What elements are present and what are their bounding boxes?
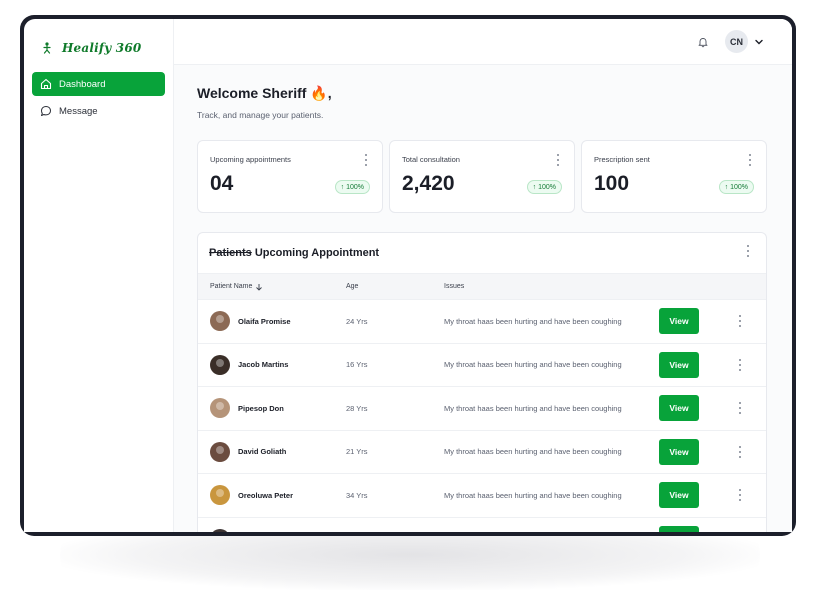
patient-issue: My throat haas been hurting and have bee…: [444, 403, 622, 413]
more-options-icon[interactable]: [738, 315, 742, 328]
table-row: Olaifa Promise 24 Yrs My throat haas been …: [198, 300, 766, 344]
brand[interactable]: Healify 360: [32, 37, 165, 59]
bell-icon[interactable]: [697, 36, 709, 48]
more-options-icon[interactable]: [738, 358, 742, 371]
avatar: CN: [725, 30, 748, 53]
sidebar-item-message[interactable]: Message: [32, 99, 165, 123]
table-row: Pipesop Don 28 Yrs My throat haas been hur…: [198, 387, 766, 431]
trend-value: 100%: [730, 183, 748, 191]
patient-age: 28 Yrs: [346, 403, 368, 413]
table-title: Patients Upcoming Appointment: [198, 233, 766, 273]
column-label: Patient Name: [210, 283, 253, 290]
arrow-up-icon: ↑: [724, 183, 729, 191]
view-button[interactable]: View: [659, 308, 699, 335]
dashboard-content: Welcome Sheriff 🔥, Track, and manage you…: [174, 65, 792, 532]
brand-name: Healify 360: [62, 41, 142, 55]
table-row: Oreoluwa Peter 34 Yrs My throat haas been …: [198, 474, 766, 518]
column-header-name[interactable]: Patient Name: [198, 283, 346, 291]
patient-issue: My throat haas been hurting and have bee…: [444, 490, 622, 500]
screenshot-stage: Healify 360 Dashboard Message CN Welcome…: [0, 0, 816, 616]
brand-logo-icon: [43, 42, 51, 54]
device-frame: Healify 360 Dashboard Message CN Welcome…: [20, 15, 796, 536]
avatar: [210, 441, 230, 462]
view-button[interactable]: [659, 525, 699, 532]
patient-name: Jacob Martins: [238, 360, 289, 370]
sort-arrow-down-icon: [256, 283, 263, 291]
more-options-icon[interactable]: [748, 154, 752, 166]
patient-cell: [198, 528, 346, 532]
trend-badge: ↑ 100%: [334, 180, 370, 194]
more-options-icon[interactable]: [738, 402, 742, 415]
table-row: [198, 518, 766, 532]
avatar: [210, 398, 230, 419]
stats-row: Upcoming appointments 04 ↑ 100% Total con…: [197, 140, 767, 213]
more-options-icon[interactable]: [364, 154, 368, 166]
avatar: [210, 528, 230, 532]
table-header: Patient Name Age Issues: [198, 273, 766, 300]
patient-issue: My throat haas been hurting and have bee…: [444, 360, 622, 370]
stat-card-prescription: Prescription sent 100 ↑ 100%: [581, 140, 767, 213]
home-icon: [40, 78, 52, 90]
patient-cell: David Goliath: [198, 441, 346, 462]
patient-age: 34 Yrs: [346, 490, 368, 500]
stat-card-appointments: Upcoming appointments 04 ↑ 100%: [197, 140, 383, 213]
sidebar-item-label: Dashboard: [59, 78, 106, 90]
table-title-rest: Upcoming Appointment: [251, 247, 380, 259]
stat-label: Prescription sent: [594, 155, 650, 164]
view-button[interactable]: View: [659, 438, 699, 465]
table-body: Olaifa Promise 24 Yrs My throat haas been …: [198, 300, 766, 532]
patient-name: Oreoluwa Peter: [238, 490, 294, 500]
trend-badge: ↑ 100%: [718, 180, 754, 194]
patient-age: 21 Yrs: [346, 447, 368, 457]
topbar: CN: [174, 19, 792, 65]
patient-issue: My throat haas been hurting and have bee…: [444, 447, 622, 457]
more-options-icon[interactable]: [556, 154, 560, 166]
arrow-up-icon: ↑: [532, 183, 537, 191]
user-menu[interactable]: CN: [725, 30, 764, 53]
sidebar-item-label: Message: [59, 105, 98, 117]
patient-cell: Pipesop Don: [198, 398, 346, 419]
view-button[interactable]: View: [659, 395, 699, 422]
table-row: Jacob Martins 16 Yrs My throat haas been h…: [198, 344, 766, 387]
chat-bubble-icon: [40, 105, 52, 117]
sidebar-item-dashboard[interactable]: Dashboard: [32, 72, 165, 96]
avatar: [210, 354, 230, 375]
patient-name: Pipesop Don: [238, 403, 284, 413]
trend-value: 100%: [346, 183, 364, 191]
patient-age: 24 Yrs: [346, 316, 368, 326]
patient-age: 16 Yrs: [346, 360, 368, 370]
app-window: Healify 360 Dashboard Message CN Welcome…: [24, 19, 792, 532]
patient-name: David Goliath: [238, 447, 287, 457]
stat-label: Upcoming appointments: [210, 155, 291, 164]
column-header-issues[interactable]: Issues: [444, 283, 649, 290]
avatar: [210, 485, 230, 506]
page-subtitle: Track, and manage your patients.: [197, 110, 324, 120]
stat-card-consultation: Total consultation 2,420 ↑ 100%: [389, 140, 575, 213]
view-button[interactable]: View: [659, 482, 699, 509]
avatar: [210, 311, 230, 332]
patient-cell: Oreoluwa Peter: [198, 485, 346, 506]
stat-label: Total consultation: [402, 155, 460, 164]
more-options-icon[interactable]: [746, 245, 750, 257]
more-options-icon[interactable]: [738, 489, 742, 502]
patient-issue: My throat haas been hurting and have bee…: [444, 316, 622, 326]
page-title: Welcome Sheriff 🔥,: [197, 85, 332, 101]
arrow-up-icon: ↑: [340, 183, 345, 191]
more-options-icon[interactable]: [738, 445, 742, 458]
table-row: David Goliath 21 Yrs My throat haas been h…: [198, 431, 766, 474]
table-title-struck: Patients: [209, 247, 252, 259]
column-header-age[interactable]: Age: [346, 283, 444, 290]
patient-cell: Olaifa Promise: [198, 311, 346, 332]
view-button[interactable]: View: [659, 351, 699, 378]
main-area: CN Welcome Sheriff 🔥, Track, and manage …: [174, 19, 792, 532]
sidebar: Healify 360 Dashboard Message: [24, 19, 174, 532]
appointments-table-card: Patients Upcoming Appointment Patient Na…: [197, 232, 767, 532]
trend-value: 100%: [538, 183, 556, 191]
patient-name: Olaifa Promise: [238, 316, 291, 326]
patient-cell: Jacob Martins: [198, 354, 346, 375]
chevron-down-icon: [754, 37, 764, 47]
trend-badge: ↑ 100%: [526, 180, 562, 194]
